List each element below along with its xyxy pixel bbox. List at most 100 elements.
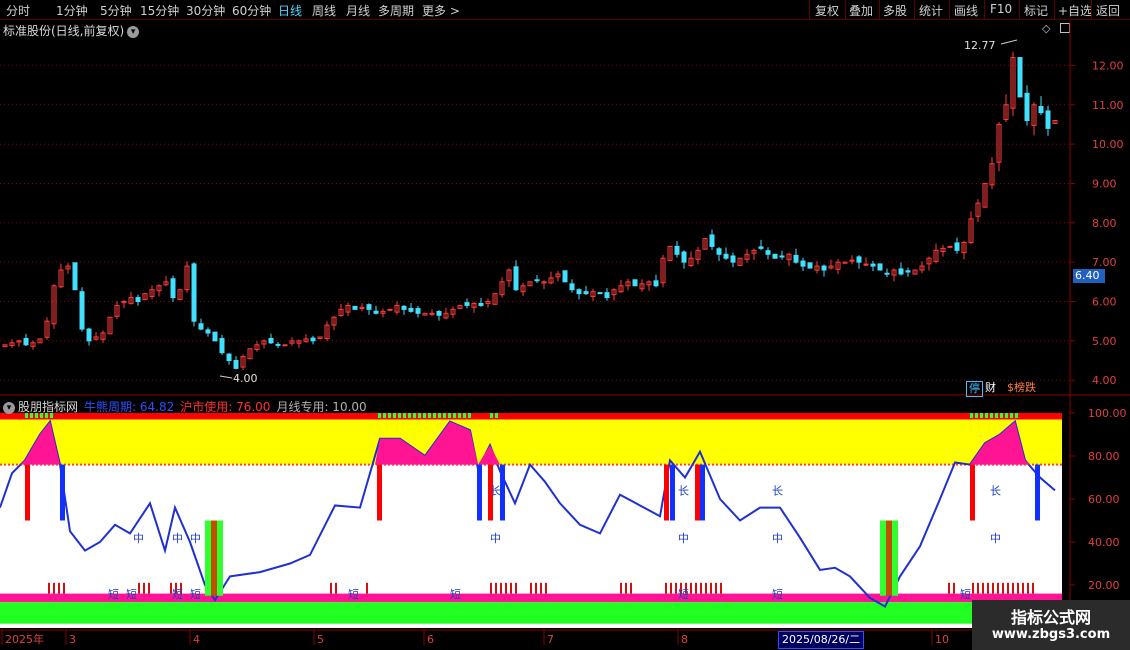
top-signal-tick [443, 413, 446, 418]
candle-body [408, 307, 414, 312]
candle-body [387, 308, 393, 311]
candle-body [212, 331, 218, 342]
top-signal-tick [495, 413, 498, 418]
cursor-date: 2025/08/26/二 [778, 631, 865, 649]
candle-body [807, 262, 813, 269]
mid-cycle-tag: 中 [490, 532, 501, 545]
top-signal-tick [985, 413, 988, 418]
short-signal-tick [700, 582, 702, 594]
low-price-label: 4.00 [233, 372, 258, 385]
indicator-value-3: 月线专用: 10.00 [276, 400, 367, 414]
top-signal-tick [378, 413, 381, 418]
watermark-url: www.zbgs3.com [991, 627, 1111, 642]
short-signal-tick [1032, 582, 1034, 594]
candle-body [23, 337, 29, 346]
top-signal-tick [1015, 413, 1018, 418]
short-signal-tick [670, 582, 672, 594]
long-cycle-tag: 长 [490, 485, 501, 498]
short-signal-tick [953, 582, 955, 594]
candle-body [604, 292, 610, 299]
top-signal-tick [490, 413, 493, 418]
buy-signal-bar [880, 520, 886, 596]
top-signal-tick [428, 413, 431, 418]
candle-body [534, 279, 540, 282]
current-price-tag: 6.40 [1073, 269, 1105, 283]
price-axis-label: 5.00 [1092, 335, 1117, 348]
candle-body [170, 278, 176, 299]
top-signal-tick [423, 413, 426, 418]
date-label: 4 [193, 633, 200, 646]
candle-body [72, 262, 78, 291]
candle-body [576, 289, 582, 295]
suspend-badge[interactable]: 停 [966, 381, 983, 397]
candle-body [1017, 57, 1023, 98]
top-signal-tick [1000, 413, 1003, 418]
candle-body [373, 310, 379, 314]
signal-bar [1035, 464, 1040, 521]
candle-body [653, 280, 659, 287]
candle-body [191, 263, 197, 322]
candle-body [583, 291, 589, 295]
date-label: 2025年 [5, 632, 44, 646]
date-label: 6 [427, 633, 434, 646]
top-signal-tick [1010, 413, 1013, 418]
top-signal-tick [975, 413, 978, 418]
short-signal-tick [330, 582, 332, 594]
short-cycle-tag: 短 [348, 587, 359, 601]
candle-body [856, 256, 862, 263]
top-signal-tick [433, 413, 436, 418]
signal-bar [477, 464, 482, 521]
top-signal-tick [970, 413, 973, 418]
top-signal-tick [398, 413, 401, 418]
indicator-axis-label: 60.00 [1088, 493, 1120, 506]
date-label: 8 [681, 633, 688, 646]
short-cycle-tag: 短 [678, 587, 689, 601]
short-signal-tick [540, 582, 542, 594]
price-chart[interactable]: 12.0011.0010.009.008.007.006.005.004.00 … [0, 0, 1130, 650]
candle-body [779, 255, 785, 258]
candle-body [79, 291, 85, 330]
short-signal-tick [535, 582, 537, 594]
short-signal-tick [530, 582, 532, 594]
candle-body [954, 242, 960, 251]
candle-body [436, 311, 442, 316]
top-signal-tick [438, 413, 441, 418]
finance-badge[interactable]: 财 [983, 381, 998, 395]
candle-body [709, 234, 715, 247]
candle-body [415, 308, 421, 314]
gear-icon[interactable]: ▾ [3, 402, 15, 414]
candle-body [226, 353, 232, 362]
mid-cycle-tag: 中 [172, 532, 183, 545]
indicator-axis-label: 20.00 [1088, 579, 1120, 592]
candle-body [863, 263, 869, 266]
short-signal-tick [515, 582, 517, 594]
top-signal-tick [448, 413, 451, 418]
short-signal-tick [695, 582, 697, 594]
mid-cycle-tag: 中 [133, 532, 144, 545]
candle-body [268, 337, 274, 344]
short-signal-tick [48, 582, 50, 594]
short-signal-tick [1017, 582, 1019, 594]
drop-list-badge[interactable]: $榜跌 [1005, 381, 1038, 395]
candle-body [562, 270, 568, 283]
buy-signal-bar [886, 520, 892, 596]
indicator-axis-label: 100.00 [1088, 407, 1127, 420]
indicator-axis-label: 40.00 [1088, 536, 1120, 549]
signal-bar [60, 464, 65, 521]
short-signal-tick [710, 582, 712, 594]
candle-body [793, 254, 799, 263]
bull-zone-band [0, 413, 1062, 465]
candle-body [947, 245, 953, 248]
price-axis: 12.00 11.00 10.00 9.00 8.00 7.00 6.00 5.00 4.00 [1070, 59, 1124, 387]
short-signal-tick [630, 582, 632, 594]
candle-body [275, 343, 281, 346]
long-cycle-tag: 长 [772, 485, 783, 498]
short-cycle-tag: 短 [172, 587, 183, 601]
short-signal-tick [690, 582, 692, 594]
bottom-magenta-band [0, 593, 1062, 603]
candle-body [772, 253, 778, 259]
candle-body [219, 337, 225, 354]
date-label: 7 [547, 633, 554, 646]
candle-body [821, 265, 827, 271]
watermark: 指标公式网 www.zbgs3.com [972, 600, 1130, 650]
